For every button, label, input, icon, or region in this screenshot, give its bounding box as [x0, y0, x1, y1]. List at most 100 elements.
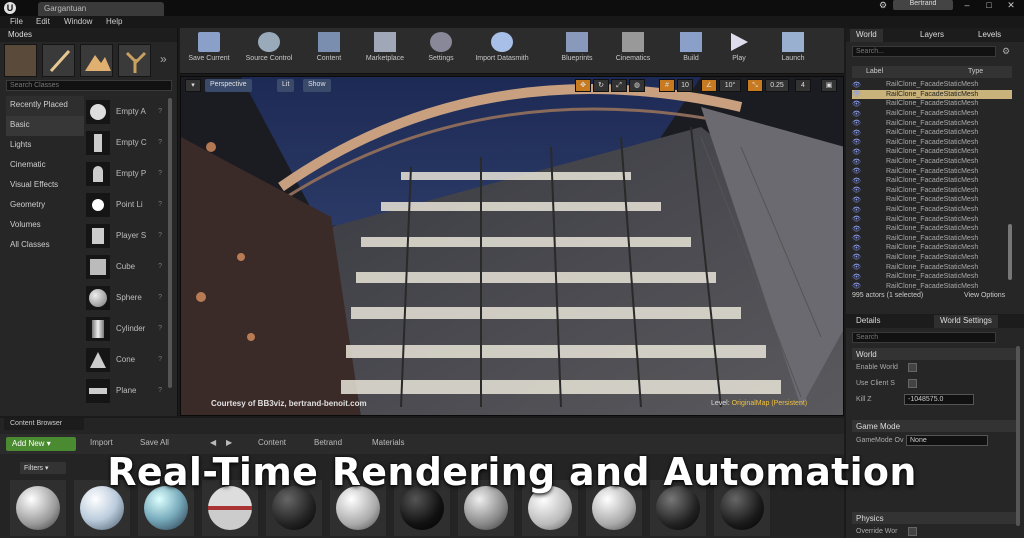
visibility-eye-icon[interactable]: 👁	[852, 100, 862, 108]
outliner-row[interactable]: 👁 RailClone_FacadeStaticMesh	[852, 272, 1012, 282]
visibility-eye-icon[interactable]: 👁	[852, 186, 862, 194]
outliner-row[interactable]: 👁 RailClone_FacadeStaticMesh	[852, 176, 1012, 186]
visibility-eye-icon[interactable]: 👁	[852, 244, 862, 252]
tab-world-settings[interactable]: World Settings	[934, 315, 998, 328]
visibility-eye-icon[interactable]: 👁	[852, 148, 862, 156]
visibility-eye-icon[interactable]: 👁	[852, 110, 862, 118]
category-lights[interactable]: Lights	[6, 136, 84, 156]
visibility-eye-icon[interactable]: 👁	[852, 273, 862, 281]
outliner-row[interactable]: 👁 RailClone_FacadeStaticMesh	[852, 138, 1012, 148]
kill-z-input[interactable]: -1048575.0	[904, 394, 974, 405]
show-button[interactable]: Show	[303, 79, 331, 92]
visibility-eye-icon[interactable]: 👁	[852, 234, 862, 242]
tab-layers[interactable]: Layers	[914, 29, 950, 42]
class-item[interactable]: Sphere?	[86, 282, 166, 313]
class-item[interactable]: Empty A?	[86, 96, 166, 127]
section-world[interactable]: World	[852, 348, 1016, 360]
outliner-row[interactable]: 👁 RailClone_FacadeStaticMesh	[852, 262, 1012, 272]
visibility-eye-icon[interactable]: 👁	[852, 119, 862, 127]
category-geometry[interactable]: Geometry	[6, 196, 84, 216]
details-search-input[interactable]: Search	[852, 332, 996, 343]
outliner-row[interactable]: 👁 RailClone_FacadeStaticMesh	[852, 80, 1012, 90]
class-item[interactable]: Plane?	[86, 375, 166, 406]
level-viewport[interactable]: ▾ Perspective Lit Show ✥ ↻ ⤢ ◍ # 10 ∠ 10…	[180, 76, 844, 416]
visibility-eye-icon[interactable]: 👁	[852, 167, 862, 175]
lit-button[interactable]: Lit	[277, 79, 295, 92]
settings-icon[interactable]: ⚙	[876, 0, 890, 10]
class-item[interactable]: Cube?	[86, 251, 166, 282]
back-icon[interactable]: ◀	[210, 438, 216, 447]
col-type[interactable]: Type	[968, 68, 983, 75]
save-current-button[interactable]: Save Current	[180, 30, 238, 72]
class-item[interactable]: Cylinder?	[86, 313, 166, 344]
menu-file[interactable]: File	[10, 17, 23, 26]
visibility-eye-icon[interactable]: 👁	[852, 282, 862, 290]
blueprints-button[interactable]: Blueprints	[548, 30, 606, 72]
outliner-row[interactable]: 👁 RailClone_FacadeStaticMesh	[852, 128, 1012, 138]
menu-help[interactable]: Help	[106, 17, 122, 26]
visibility-eye-icon[interactable]: 👁	[852, 158, 862, 166]
class-item[interactable]: Empty P?	[86, 158, 166, 189]
outliner-row[interactable]: 👁 RailClone_FacadeStaticMesh	[852, 214, 1012, 224]
outliner-row[interactable]: 👁 RailClone_FacadeStaticMesh	[852, 186, 1012, 196]
visibility-eye-icon[interactable]: 👁	[852, 81, 862, 89]
cinematics-button[interactable]: Cinematics	[604, 30, 662, 72]
class-item[interactable]: Player S?	[86, 220, 166, 251]
visibility-eye-icon[interactable]: 👁	[852, 215, 862, 223]
outliner-row[interactable]: 👁 RailClone_FacadeStaticMesh	[852, 281, 1012, 291]
class-item[interactable]: Point Li?	[86, 189, 166, 220]
category-visual-effects[interactable]: Visual Effects	[6, 176, 84, 196]
class-item[interactable]: Cone?	[86, 344, 166, 375]
document-tab[interactable]: Gargantuan	[38, 2, 164, 16]
outliner-search-input[interactable]: Search...	[852, 46, 996, 57]
minimize-icon[interactable]: –	[960, 0, 974, 10]
perspective-button[interactable]: Perspective	[205, 79, 252, 92]
scale-size[interactable]: 0.25	[765, 79, 789, 92]
help-icon[interactable]: ?	[158, 201, 162, 208]
paint-mode-icon[interactable]	[42, 44, 75, 77]
grid-size[interactable]: 10	[677, 79, 693, 92]
content-button[interactable]: Content	[300, 30, 358, 72]
maximize-icon[interactable]: □	[982, 0, 996, 10]
help-icon[interactable]: ?	[158, 139, 162, 146]
enable-world-checkbox[interactable]	[908, 363, 917, 372]
visibility-eye-icon[interactable]: 👁	[852, 263, 862, 271]
breadcrumb-betrand[interactable]: Betrand	[314, 438, 342, 447]
search-classes-input[interactable]: Search Classes	[6, 80, 172, 91]
landscape-mode-icon[interactable]	[80, 44, 113, 77]
game-mode-select[interactable]: None	[906, 435, 988, 446]
import-button[interactable]: Import	[90, 438, 113, 447]
settings-button[interactable]: Settings	[412, 30, 470, 72]
outliner-row[interactable]: 👁 RailClone_FacadeStaticMesh	[852, 99, 1012, 109]
outliner-row[interactable]: 👁 RailClone_FacadeStaticMesh	[852, 109, 1012, 119]
more-modes-icon[interactable]: »	[160, 52, 167, 66]
visibility-eye-icon[interactable]: 👁	[852, 253, 862, 261]
breadcrumb-materials[interactable]: Materials	[372, 438, 404, 447]
col-label[interactable]: Label	[866, 68, 883, 75]
visibility-eye-icon[interactable]: 👁	[852, 129, 862, 137]
section-game-mode[interactable]: Game Mode	[852, 420, 1016, 432]
help-icon[interactable]: ?	[158, 263, 162, 270]
marketplace-button[interactable]: Marketplace	[356, 30, 414, 72]
help-icon[interactable]: ?	[158, 325, 162, 332]
play-button[interactable]: Play	[710, 30, 768, 72]
outliner-row[interactable]: 👁 RailClone_FacadeStaticMesh	[852, 224, 1012, 234]
category-all-classes[interactable]: All Classes	[6, 236, 84, 256]
visibility-eye-icon[interactable]: 👁	[852, 177, 862, 185]
camera-speed[interactable]: 4	[795, 79, 811, 92]
outliner-row[interactable]: 👁 RailClone_FacadeStaticMesh	[852, 243, 1012, 253]
rotate-icon[interactable]: ↻	[593, 79, 609, 92]
modes-scrollbar[interactable]	[168, 98, 172, 388]
place-mode-icon[interactable]	[4, 44, 37, 77]
user-badge[interactable]: Bertrand	[893, 0, 953, 10]
outliner-row[interactable]: 👁 RailClone_FacadeStaticMesh	[852, 118, 1012, 128]
translate-icon[interactable]: ✥	[575, 79, 591, 92]
category-recently-placed[interactable]: Recently Placed	[6, 96, 84, 116]
scale-snap-icon[interactable]: ⤡	[747, 79, 763, 92]
outliner-row[interactable]: 👁 RailClone_FacadeStaticMesh	[852, 195, 1012, 205]
outliner-row[interactable]: 👁 RailClone_FacadeStaticMesh	[852, 205, 1012, 215]
help-icon[interactable]: ?	[158, 356, 162, 363]
help-icon[interactable]: ?	[158, 387, 162, 394]
angle-size[interactable]: 10°	[719, 79, 741, 92]
outliner-scrollbar[interactable]	[1008, 224, 1012, 280]
